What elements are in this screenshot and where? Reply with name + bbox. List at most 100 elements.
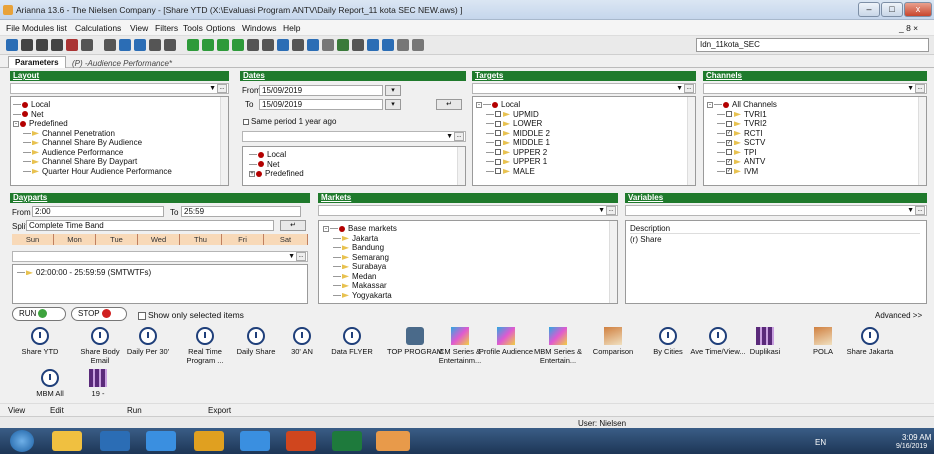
scrollbar[interactable]	[457, 147, 465, 185]
quick-button[interactable]: Duplikasi	[735, 327, 795, 357]
targets-dropdown[interactable]: ▼...	[472, 83, 696, 94]
menu-options[interactable]: Options	[206, 23, 235, 33]
checkbox-checked-icon[interactable]: ✓	[726, 130, 732, 137]
tree-item[interactable]: Local	[13, 100, 172, 110]
powerpoint-icon[interactable]	[286, 431, 316, 451]
day-thu[interactable]: Thu	[180, 234, 222, 245]
tree-item[interactable]: - Base markets	[323, 224, 397, 234]
checkbox-icon[interactable]	[243, 118, 249, 125]
tree-item[interactable]: - All Channels	[707, 100, 777, 110]
tree-item[interactable]: ✓ RCTI	[707, 129, 777, 139]
checkbox-icon[interactable]	[726, 149, 732, 156]
scrollbar[interactable]	[918, 97, 926, 185]
menu-filters[interactable]: Filters	[155, 23, 178, 33]
toolbar-button[interactable]	[6, 39, 18, 51]
tree-item[interactable]: Channel Penetration	[13, 129, 172, 139]
toolbar-button[interactable]	[352, 39, 364, 51]
dayparts-from-input[interactable]: 2:00	[32, 206, 164, 217]
day-fri[interactable]: Fri	[222, 234, 264, 245]
close-button[interactable]: x	[904, 2, 932, 17]
mdi-controls[interactable]: _ 8 ×	[899, 23, 918, 33]
tree-item[interactable]: TVRI1	[707, 110, 777, 120]
dates-to-input[interactable]: 15/09/2019	[259, 99, 383, 110]
quick-button[interactable]: Data FLYER	[322, 327, 382, 357]
tree-item[interactable]: ✓ SCTV	[707, 138, 777, 148]
toolbar-button[interactable]	[119, 39, 131, 51]
daypart-entry[interactable]: 02:00:00 - 25:59:59 (SMTWTFs)	[17, 268, 151, 278]
tree-item[interactable]: Surabaya	[323, 262, 397, 272]
collapse-icon[interactable]: -	[323, 225, 329, 232]
toolbar-button[interactable]	[337, 39, 349, 51]
chrome-icon[interactable]	[194, 431, 224, 451]
checkbox-icon[interactable]	[726, 120, 732, 127]
dates-from-input[interactable]: 15/09/2019	[259, 85, 383, 96]
checkbox-checked-icon[interactable]: ✓	[726, 168, 732, 175]
same-period-checkbox[interactable]: Same period 1 year ago	[243, 117, 336, 126]
browse-button[interactable]: ...	[684, 84, 694, 93]
quick-button[interactable]: Profile Audience	[476, 327, 536, 357]
checkbox-icon[interactable]	[495, 130, 501, 137]
toolbar-button[interactable]	[322, 39, 334, 51]
checkbox-icon[interactable]	[495, 120, 501, 127]
browse-button[interactable]: ...	[454, 132, 464, 141]
run-button[interactable]: RUN	[12, 307, 66, 321]
toolbar-button[interactable]	[36, 39, 48, 51]
dayparts-to-input[interactable]: 25:59	[181, 206, 301, 217]
menu-calculations[interactable]: Calculations	[75, 23, 121, 33]
export-menu[interactable]: Export	[208, 406, 231, 415]
toolbar-button[interactable]	[66, 39, 78, 51]
run-menu[interactable]: Run	[127, 406, 142, 415]
split-select[interactable]: Complete Time Band	[26, 220, 274, 231]
tab-audience-performance[interactable]: (P) -Audience Performance*	[66, 58, 178, 70]
toolbar-button[interactable]	[21, 39, 33, 51]
toolbar-button[interactable]	[187, 39, 199, 51]
checkbox-icon[interactable]	[495, 149, 501, 156]
tree-item[interactable]: Audience Performance	[13, 148, 172, 158]
toolbar-button[interactable]	[217, 39, 229, 51]
quick-button[interactable]: Share Jakarta	[840, 327, 900, 357]
dates-dropdown[interactable]: ▼...	[242, 131, 466, 142]
browse-button[interactable]: ...	[217, 84, 227, 93]
view-menu[interactable]: View	[8, 406, 25, 415]
day-sun[interactable]: Sun	[12, 234, 54, 245]
tree-item[interactable]: Local	[249, 150, 304, 160]
tree-item[interactable]: TVRI2	[707, 119, 777, 129]
toolbar-button[interactable]	[202, 39, 214, 51]
variable-item[interactable]: (r) Share	[630, 235, 662, 244]
day-wed[interactable]: Wed	[138, 234, 180, 245]
toolbar-button[interactable]	[307, 39, 319, 51]
quick-button[interactable]: MBM Series & Entertain...	[528, 327, 588, 365]
menu-help[interactable]: Help	[283, 23, 300, 33]
scrollbar[interactable]	[687, 97, 695, 185]
toolbar-button[interactable]	[262, 39, 274, 51]
tree-item[interactable]: Semarang	[323, 253, 397, 263]
toolbar-button[interactable]	[247, 39, 259, 51]
tree-item[interactable]: MIDDLE 2	[476, 129, 550, 139]
stop-button[interactable]: STOP	[71, 307, 127, 321]
browse-button[interactable]: ...	[296, 252, 306, 261]
tree-item[interactable]: Channel Share By Audience	[13, 138, 172, 148]
expand-icon[interactable]: +	[249, 170, 255, 177]
checkbox-icon[interactable]	[495, 168, 501, 175]
tree-item[interactable]: MIDDLE 1	[476, 138, 550, 148]
tree-item[interactable]: ✓ IVM	[707, 167, 777, 177]
tree-item[interactable]: Net	[249, 160, 304, 170]
toolbar-button[interactable]	[277, 39, 289, 51]
enter-button[interactable]: ↵	[436, 99, 462, 110]
tree-item[interactable]: ✓ ANTV	[707, 157, 777, 167]
arianna-icon[interactable]	[376, 431, 410, 451]
menu-tools[interactable]: Tools	[183, 23, 203, 33]
collapse-icon[interactable]: -	[13, 120, 19, 127]
maximize-button[interactable]: □	[881, 2, 903, 17]
start-button[interactable]	[10, 430, 34, 452]
tree-item[interactable]: UPPER 2	[476, 148, 550, 158]
toolbar-button[interactable]	[104, 39, 116, 51]
checkbox-checked-icon[interactable]: ✓	[726, 158, 732, 165]
checkbox-icon[interactable]	[138, 311, 146, 320]
show-only-selected-checkbox[interactable]: Show only selected items	[138, 310, 244, 320]
calendar-button[interactable]: ▾	[385, 99, 401, 110]
quick-button[interactable]: 19 -	[68, 369, 128, 399]
tree-item[interactable]: - Local	[476, 100, 550, 110]
calendar-button[interactable]: ▾	[385, 85, 401, 96]
checkbox-icon[interactable]	[495, 158, 501, 165]
